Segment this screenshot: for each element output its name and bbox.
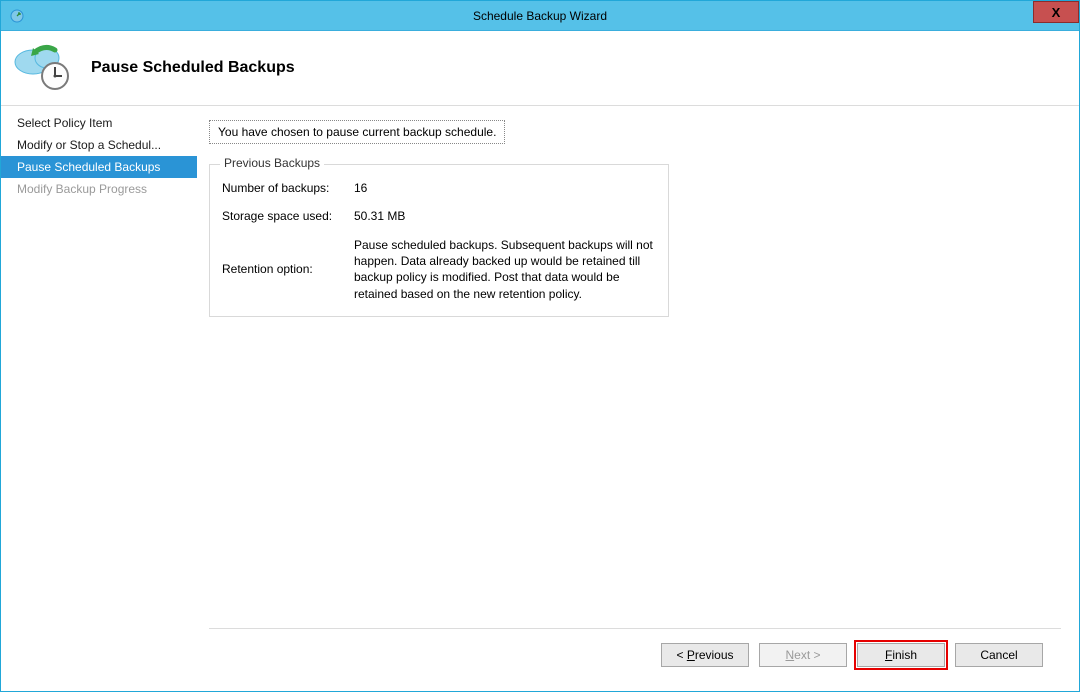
row-retention-option: Retention option: Pause scheduled backup… — [222, 237, 656, 302]
wizard-footer: < Previous Next > Finish Cancel — [209, 628, 1061, 681]
wizard-window: Schedule Backup Wizard X Pause Scheduled… — [0, 0, 1080, 692]
next-button: Next > — [759, 643, 847, 667]
label-storage-space: Storage space used: — [222, 209, 350, 223]
sidebar-item-modify-progress: Modify Backup Progress — [1, 178, 197, 200]
page-title: Pause Scheduled Backups — [91, 59, 295, 77]
next-button-label: Next > — [785, 648, 820, 662]
close-icon: X — [1052, 5, 1061, 20]
info-message: You have chosen to pause current backup … — [209, 120, 505, 144]
wizard-steps-sidebar: Select Policy Item Modify or Stop a Sche… — [1, 106, 197, 691]
row-number-of-backups: Number of backups: 16 — [222, 181, 656, 195]
close-button[interactable]: X — [1033, 1, 1079, 23]
cloud-backup-icon — [11, 40, 73, 96]
sidebar-item-modify-stop[interactable]: Modify or Stop a Schedul... — [1, 134, 197, 156]
titlebar: Schedule Backup Wizard X — [1, 1, 1079, 31]
value-storage-space: 50.31 MB — [350, 209, 656, 223]
groupbox-legend: Previous Backups — [220, 156, 324, 170]
value-retention-option: Pause scheduled backups. Subsequent back… — [350, 237, 656, 302]
window-title: Schedule Backup Wizard — [1, 9, 1079, 23]
app-icon — [7, 6, 27, 26]
finish-button[interactable]: Finish — [857, 643, 945, 667]
label-retention-option: Retention option: — [222, 262, 350, 276]
wizard-main-panel: You have chosen to pause current backup … — [197, 106, 1079, 691]
value-number-of-backups: 16 — [350, 181, 656, 195]
body-area: Select Policy Item Modify or Stop a Sche… — [1, 106, 1079, 691]
sidebar-item-pause-backups[interactable]: Pause Scheduled Backups — [1, 156, 197, 178]
previous-button[interactable]: < Previous — [661, 643, 749, 667]
cancel-button-label: Cancel — [980, 648, 1017, 662]
sidebar-item-select-policy[interactable]: Select Policy Item — [1, 112, 197, 134]
previous-backups-group: Previous Backups Number of backups: 16 S… — [209, 164, 669, 317]
previous-button-label: < Previous — [676, 648, 733, 662]
label-number-of-backups: Number of backups: — [222, 181, 350, 195]
cancel-button[interactable]: Cancel — [955, 643, 1043, 667]
row-storage-space: Storage space used: 50.31 MB — [222, 209, 656, 223]
finish-button-label: Finish — [885, 648, 917, 662]
wizard-header: Pause Scheduled Backups — [1, 31, 1079, 106]
